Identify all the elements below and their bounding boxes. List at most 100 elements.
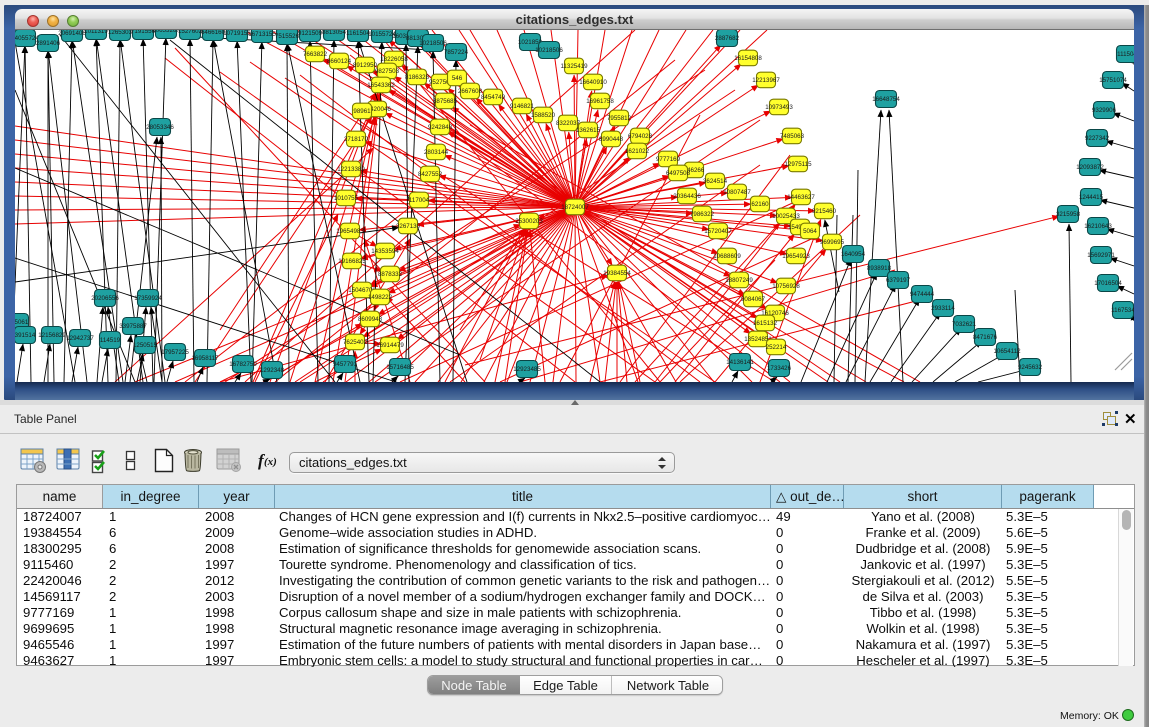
- svg-text:9245632: 9245632: [1018, 364, 1043, 371]
- svg-text:7032621: 7032621: [952, 321, 977, 328]
- svg-text:10218506: 10218506: [419, 40, 447, 47]
- svg-text:15716485: 15716485: [386, 364, 414, 371]
- svg-text:11325419: 11325419: [560, 63, 588, 70]
- svg-text:9457791: 9457791: [333, 361, 358, 368]
- svg-text:7485063: 7485063: [780, 133, 805, 140]
- svg-text:6379197: 6379197: [886, 277, 911, 284]
- svg-text:28053346: 28053346: [146, 124, 174, 131]
- svg-text:12156829: 12156829: [38, 332, 66, 339]
- svg-text:15751074: 15751074: [1099, 77, 1127, 84]
- svg-text:391514: 391514: [15, 332, 36, 339]
- svg-text:1010755: 1010755: [334, 195, 359, 202]
- svg-text:1250515: 1250515: [133, 342, 158, 349]
- svg-text:8471676: 8471676: [973, 334, 998, 341]
- svg-text:9146821: 9146821: [510, 103, 535, 110]
- svg-text:8660124: 8660124: [327, 58, 352, 65]
- svg-text:8813054: 8813054: [322, 30, 347, 36]
- svg-text:19654923: 19654923: [782, 253, 810, 260]
- svg-text:12923485: 12923485: [513, 366, 541, 373]
- svg-text:8427552: 8427552: [418, 171, 443, 178]
- svg-text:98961: 98961: [353, 108, 371, 115]
- svg-text:2667608: 2667608: [458, 88, 483, 95]
- svg-text:18226058: 18226058: [380, 56, 408, 63]
- svg-text:15692971: 15692971: [1087, 252, 1115, 259]
- svg-text:2891406: 2891406: [36, 40, 61, 47]
- svg-text:7857224: 7857224: [444, 49, 469, 56]
- svg-text:8878332: 8878332: [378, 271, 403, 278]
- svg-text:1244415: 1244415: [1079, 194, 1104, 201]
- svg-text:1615132: 1615132: [753, 320, 778, 327]
- svg-text:10973493: 10973493: [765, 104, 793, 111]
- svg-text:16210643: 16210643: [1084, 223, 1112, 230]
- svg-text:19384554: 19384554: [603, 270, 631, 277]
- svg-text:14136141: 14136141: [726, 359, 754, 366]
- svg-text:5064: 5064: [803, 228, 817, 235]
- svg-text:16713155: 16713155: [248, 31, 276, 38]
- svg-text:20206556: 20206556: [91, 295, 119, 302]
- svg-text:12213967: 12213967: [752, 77, 780, 84]
- svg-text:7663822: 7663822: [303, 51, 328, 58]
- svg-text:1265303: 1265303: [108, 30, 133, 36]
- svg-text:16782759: 16782759: [229, 361, 257, 368]
- svg-text:20364436: 20364436: [673, 193, 701, 200]
- svg-text:12975115: 12975115: [784, 161, 812, 168]
- svg-text:19654983: 19654983: [336, 228, 364, 235]
- svg-text:10653267: 10653267: [152, 30, 180, 34]
- svg-text:10756928: 10756928: [772, 283, 800, 290]
- svg-text:15720407: 15720407: [704, 228, 732, 235]
- svg-text:25300203: 25300203: [515, 218, 543, 225]
- svg-text:3624514: 3624514: [703, 178, 728, 185]
- svg-text:12213389: 12213389: [337, 166, 365, 173]
- svg-text:8454749: 8454749: [481, 94, 506, 101]
- svg-text:16914479: 16914479: [376, 342, 404, 349]
- svg-text:18807249: 18807249: [725, 277, 753, 284]
- svg-text:9329906: 9329906: [1092, 107, 1117, 114]
- svg-text:18724007: 18724007: [561, 204, 589, 211]
- svg-text:12942737: 12942737: [66, 335, 94, 342]
- svg-text:16648754: 16648754: [872, 96, 900, 103]
- svg-text:2887682: 2887682: [715, 35, 740, 42]
- svg-text:9699695: 9699695: [820, 239, 845, 246]
- svg-text:12093872: 12093872: [1076, 164, 1104, 171]
- svg-text:1640954: 1640954: [841, 251, 866, 258]
- svg-text:845061: 845061: [15, 319, 29, 326]
- svg-text:10719155: 10719155: [223, 30, 251, 37]
- svg-text:2718170: 2718170: [344, 136, 369, 143]
- svg-text:1588520: 1588520: [531, 112, 556, 119]
- svg-text:10688609: 10688609: [713, 253, 741, 260]
- svg-text:114519: 114519: [100, 337, 121, 344]
- svg-text:8912950: 8912950: [353, 62, 378, 69]
- svg-text:6794028: 6794028: [628, 133, 653, 140]
- svg-text:14353594: 14353594: [371, 248, 399, 255]
- svg-text:3875685: 3875685: [433, 98, 458, 105]
- svg-text:1527602: 1527602: [178, 30, 203, 35]
- svg-text:17016504: 17016504: [1094, 280, 1122, 287]
- svg-text:8990448: 8990448: [599, 136, 624, 143]
- svg-text:1292348: 1292348: [260, 367, 285, 374]
- svg-text:252214: 252214: [766, 344, 787, 351]
- svg-text:1498222: 1498222: [368, 294, 393, 301]
- svg-text:8322037: 8322037: [556, 120, 581, 127]
- svg-text:2933114: 2933114: [931, 305, 955, 312]
- svg-text:7625402: 7625402: [343, 339, 368, 346]
- svg-text:1733426: 1733426: [767, 365, 792, 372]
- svg-text:117004: 117004: [409, 197, 430, 204]
- svg-text:(x): (x): [264, 456, 277, 468]
- svg-text:14463627: 14463627: [787, 194, 815, 201]
- svg-text:1621022: 1621022: [625, 148, 650, 155]
- svg-text:16154808: 16154808: [734, 55, 762, 62]
- svg-text:9121509: 9121509: [298, 30, 323, 37]
- svg-text:9827503: 9827503: [375, 68, 400, 75]
- svg-text:111504: 111504: [1117, 51, 1134, 58]
- svg-text:9242848: 9242848: [428, 124, 453, 131]
- svg-text:16961758: 16961758: [586, 98, 614, 105]
- svg-text:16958117: 16958117: [191, 355, 219, 362]
- svg-text:6497508: 6497508: [666, 170, 691, 177]
- svg-text:1167534: 1167534: [1111, 307, 1134, 314]
- svg-text:8186328: 8186328: [405, 74, 430, 81]
- svg-text:20691406: 20691406: [58, 30, 86, 37]
- svg-text:546: 546: [452, 75, 463, 82]
- svg-text:9084067: 9084067: [741, 296, 766, 303]
- svg-text:9215460: 9215460: [812, 208, 837, 215]
- svg-text:10807487: 10807487: [723, 189, 751, 196]
